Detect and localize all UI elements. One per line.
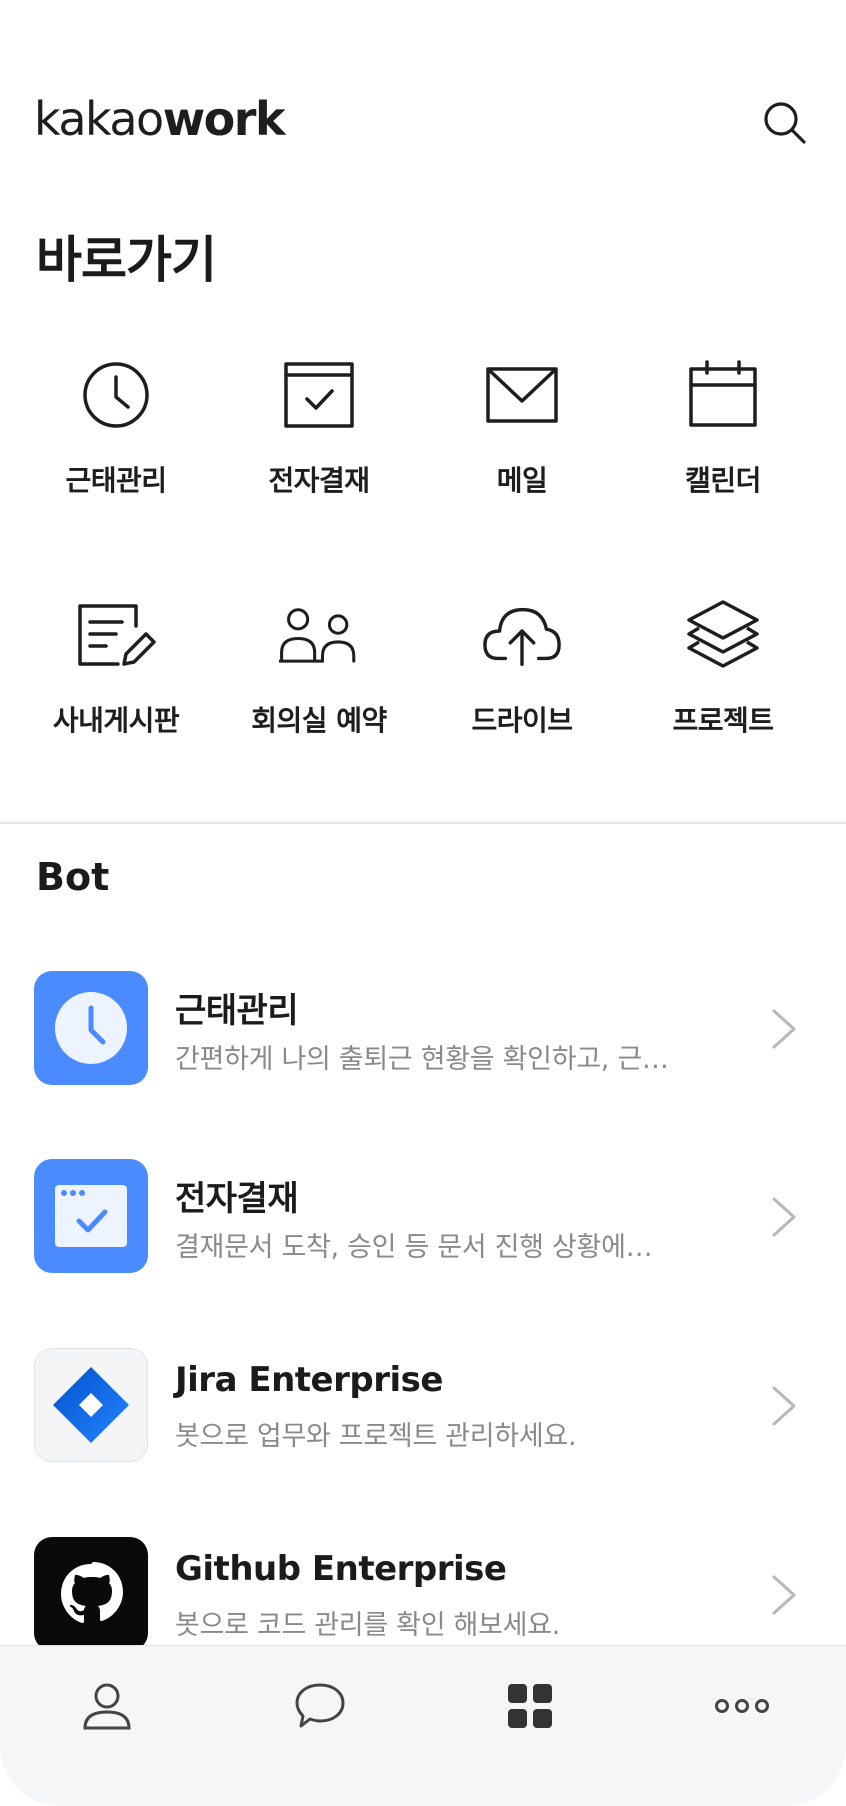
bot-description: 결재문서 도착, 승인 등 문서 진행 상황에… [175,1232,653,1263]
bot-description: 간편하게 나의 출퇴근 현황을 확인하고, 근… [175,1044,669,1075]
shortcut-label: 회의실 예약 [251,704,387,737]
clock-icon [76,355,156,435]
layers-icon [683,595,763,675]
logo-text-light: kakao [34,92,164,146]
shortcut-mail[interactable]: 메일 [422,355,622,555]
shortcut-label: 메일 [496,464,548,497]
bot-name: 근태관리 [175,991,299,1031]
shortcuts-title: 바로가기 [36,231,217,289]
shortcut-label: 전자결재 [268,464,370,497]
shortcut-project[interactable]: 프로젝트 [623,595,823,795]
bot-name: Github Enterprise [175,1549,507,1589]
tab-more[interactable] [702,1676,782,1736]
shortcut-meeting-room[interactable]: 회의실 예약 [219,595,419,795]
bot-description: 봇으로 코드 관리를 확인 해보세요. [175,1610,560,1641]
shortcut-label: 사내게시판 [52,704,180,737]
app-screen: kakaowork 바로가기 근태관리 전자결재 메일 캘린더 사내게시판 회의… [0,0,846,1806]
bot-name: 전자결재 [175,1179,299,1219]
mail-icon [482,355,562,435]
bot-description: 봇으로 업무와 프로젝트 관리하세요. [175,1421,577,1452]
cloud-upload-icon [482,595,562,675]
shortcut-board[interactable]: 사내게시판 [16,595,216,795]
app-logo: kakaowork [34,92,286,146]
apps-grid-icon [508,1684,552,1728]
shortcut-label: 프로젝트 [672,704,774,737]
shortcut-label: 캘린더 [685,464,761,497]
bot-item-approval[interactable]: 전자결재 결재문서 도착, 승인 등 문서 진행 상황에… [0,1159,846,1309]
bot-item-attendance[interactable]: 근태관리 간편하게 나의 출퇴근 현황을 확인하고, 근… [0,971,846,1121]
logo-text-bold: work [162,92,286,146]
clock-bot-icon [34,971,148,1085]
section-divider [0,822,846,824]
shortcut-label: 근태관리 [65,464,167,497]
more-icon [715,1699,769,1713]
people-icon [279,595,359,675]
chevron-right-icon [772,1197,796,1237]
search-button[interactable] [756,94,812,150]
chevron-right-icon [772,1009,796,1049]
bot-section-title: Bot [36,855,110,899]
chevron-right-icon [772,1575,796,1615]
header: kakaowork [0,70,846,170]
shortcut-drive[interactable]: 드라이브 [422,595,622,795]
shortcut-approval[interactable]: 전자결재 [219,355,419,555]
tab-profile[interactable] [67,1676,147,1736]
tab-chat[interactable] [280,1676,360,1736]
approval-bot-icon [34,1159,148,1273]
jira-icon [34,1348,148,1462]
chevron-right-icon [772,1386,796,1426]
bot-item-jira[interactable]: Jira Enterprise 봇으로 업무와 프로젝트 관리하세요. [0,1348,846,1498]
tab-apps[interactable] [490,1676,570,1736]
calendar-icon [683,355,763,435]
search-icon [764,102,806,144]
shortcut-calendar[interactable]: 캘린더 [623,355,823,555]
chat-icon [295,1683,345,1728]
person-icon [83,1683,131,1730]
shortcut-attendance[interactable]: 근태관리 [16,355,216,555]
github-icon [34,1537,148,1651]
bot-name: Jira Enterprise [175,1360,443,1400]
shortcut-label: 드라이브 [471,704,573,737]
approval-check-icon [279,355,359,435]
bottom-tab-bar [0,1645,846,1806]
board-edit-icon [76,595,156,675]
